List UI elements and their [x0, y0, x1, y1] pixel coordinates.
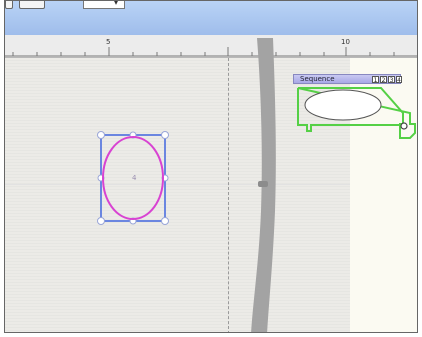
palette-title: Sequence	[300, 75, 335, 83]
handle-top-left	[97, 131, 105, 139]
palette-titlebar[interactable]: Sequence 1 2 3 4	[293, 74, 402, 84]
palette-button-2[interactable]: 2	[380, 76, 387, 84]
palette-button-4[interactable]: 4	[396, 76, 402, 84]
scroll-handle	[258, 181, 268, 187]
canvas-overlay	[97, 38, 416, 332]
shape-label: 4	[132, 174, 137, 182]
sequence-palette[interactable]: Sequence 1 2 3 4	[293, 74, 405, 136]
handle-top-right	[161, 131, 169, 139]
palette-button-3[interactable]: 3	[388, 76, 395, 84]
palette-button-1[interactable]: 1	[372, 76, 379, 84]
handle-bottom-left	[97, 217, 105, 225]
handle-bottom-right	[161, 217, 169, 225]
app-window: ▾ 5 10 4 Sequence 1 2 3 4	[4, 0, 418, 333]
